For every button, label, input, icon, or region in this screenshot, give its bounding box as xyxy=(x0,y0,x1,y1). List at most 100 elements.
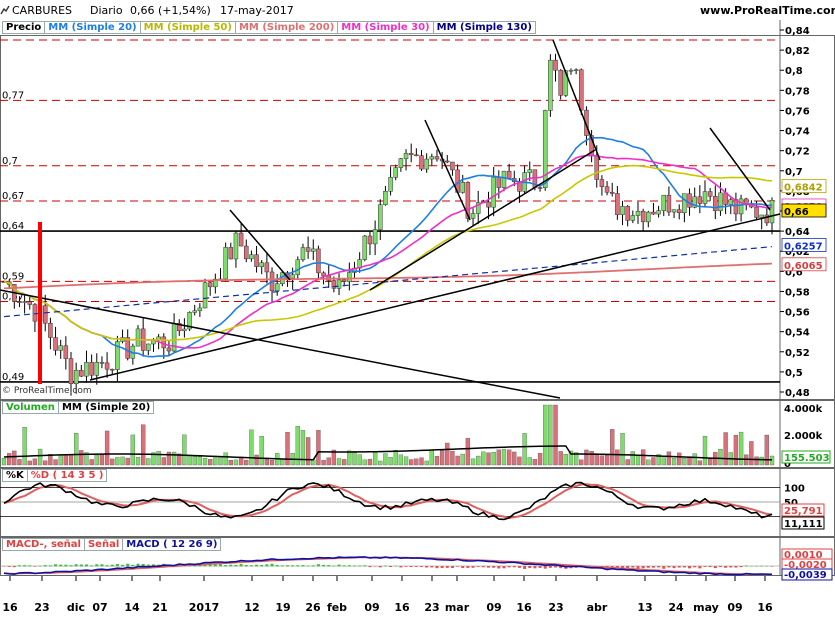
macd-hist-bar xyxy=(450,566,454,569)
macd-hist-bar xyxy=(28,565,32,567)
x-tick-label: may xyxy=(693,601,719,614)
candle-body xyxy=(274,283,280,292)
volume-bar xyxy=(94,454,99,466)
volume-bar xyxy=(208,459,213,466)
candle-body xyxy=(656,210,661,215)
price-tick-label: 0,8 xyxy=(785,66,803,77)
legend-d: %D ( 14 3 5 ) xyxy=(26,469,108,482)
volume-bar xyxy=(532,459,538,466)
macd-hist-bar xyxy=(7,566,11,567)
macd-hist-bar xyxy=(255,564,259,567)
candle-body xyxy=(22,301,27,303)
volume-bar xyxy=(326,457,331,466)
volume-bar xyxy=(213,457,218,466)
macd-hist-bar xyxy=(399,566,403,568)
macd-hist-bar xyxy=(682,566,686,568)
macd-hist-bar xyxy=(280,565,284,567)
macd-hist-bar xyxy=(90,565,94,567)
macd-hist-bar xyxy=(765,565,769,567)
volume-bar xyxy=(228,460,233,466)
volume-bar xyxy=(378,460,383,466)
volume-bar xyxy=(764,434,769,466)
candle-body xyxy=(568,69,574,72)
volume-bar xyxy=(7,453,12,466)
volume-bar xyxy=(187,455,192,466)
macd-hist-bar xyxy=(420,566,424,567)
macd-hist-bar xyxy=(476,566,480,567)
volume-bar xyxy=(43,460,48,466)
macd-hist-bar xyxy=(409,566,413,567)
price-tick-label: 0,7 xyxy=(785,167,803,178)
volume-bar xyxy=(579,459,584,466)
volume-bar xyxy=(249,429,254,466)
value-tag-text: 0,6065 xyxy=(784,261,823,272)
macd-hist-bar xyxy=(646,566,650,568)
macd-hist-bar xyxy=(23,565,27,567)
volume-bar xyxy=(414,458,419,466)
candle-body xyxy=(450,161,455,171)
volume-bar xyxy=(671,457,677,466)
logo-watermark: © ProRealTime.com xyxy=(2,386,92,396)
volume-legend: Volumen MM (Simple 20) xyxy=(2,401,155,414)
price-legend: Precio MM (Simple 20) MM (Simple 50) MM (Si… xyxy=(2,21,536,34)
legend-precio: Precio xyxy=(2,21,46,34)
volume-bar xyxy=(223,452,228,466)
price-tick-label: 0,78 xyxy=(785,86,810,97)
macd-hist-bar xyxy=(507,566,511,568)
macd-hist-bar xyxy=(533,566,537,569)
candle-body xyxy=(48,322,53,338)
volume-bar xyxy=(718,448,723,466)
candle-body xyxy=(470,213,476,219)
candle-body xyxy=(666,194,672,213)
x-tick-label: 16 xyxy=(2,601,18,614)
candle-body xyxy=(305,247,311,252)
candle-body xyxy=(501,170,507,188)
value-tag-text: 0,66 xyxy=(784,207,809,218)
legend-volumen: Volumen xyxy=(2,401,59,414)
macd-hist-bar xyxy=(481,566,485,568)
macd-hist-bar xyxy=(84,564,88,567)
candle-body xyxy=(378,204,383,230)
macd-hist-bar xyxy=(688,566,692,569)
candle-body xyxy=(99,362,105,364)
macd-hist-bar xyxy=(414,566,418,567)
macd-hist-bar xyxy=(54,564,58,567)
chart-canvas[interactable]: 0,840,820,80,780,760,740,720,70,680,660,… xyxy=(0,0,835,620)
candle-body xyxy=(254,254,259,267)
candles-group xyxy=(1,53,775,396)
x-tick-label: feb xyxy=(327,601,347,614)
candle-body xyxy=(553,59,558,71)
candle-body xyxy=(166,347,172,352)
volume-bar xyxy=(604,454,610,466)
left-level-label: 0,59 xyxy=(2,271,24,282)
price-tick-label: 0,58 xyxy=(785,287,810,298)
legend-mm30: MM (Simple 30) xyxy=(337,21,434,34)
candle-body xyxy=(146,343,151,351)
candle-body xyxy=(84,362,89,377)
candle-body xyxy=(604,186,610,193)
macd-hist-bar xyxy=(698,566,702,569)
volume-bar xyxy=(74,432,79,466)
volume-bar xyxy=(171,451,177,466)
macd-hist-bar xyxy=(64,564,68,567)
volume-bar xyxy=(362,459,367,466)
candle-body xyxy=(388,177,393,192)
volume-bar xyxy=(419,457,424,466)
macd-hist-bar xyxy=(703,566,707,567)
candle-body xyxy=(73,370,79,384)
volume-bar xyxy=(79,450,84,466)
macd-hist-bar xyxy=(17,565,21,567)
volume-bar xyxy=(470,458,476,466)
price-tick-label: 0,52 xyxy=(785,348,810,359)
volume-tick-label: 2.000k xyxy=(784,431,823,442)
macd-hist-bar xyxy=(466,566,470,568)
candle-body xyxy=(238,232,244,247)
candle-body xyxy=(32,304,38,322)
macd-hist-bar xyxy=(487,566,491,568)
macd-hist-bar xyxy=(512,566,516,568)
volume-bar xyxy=(120,456,125,466)
trend-line xyxy=(424,119,471,221)
candle-body xyxy=(223,247,228,280)
macd-hist-bar xyxy=(306,565,310,567)
volume-bar xyxy=(481,451,486,466)
